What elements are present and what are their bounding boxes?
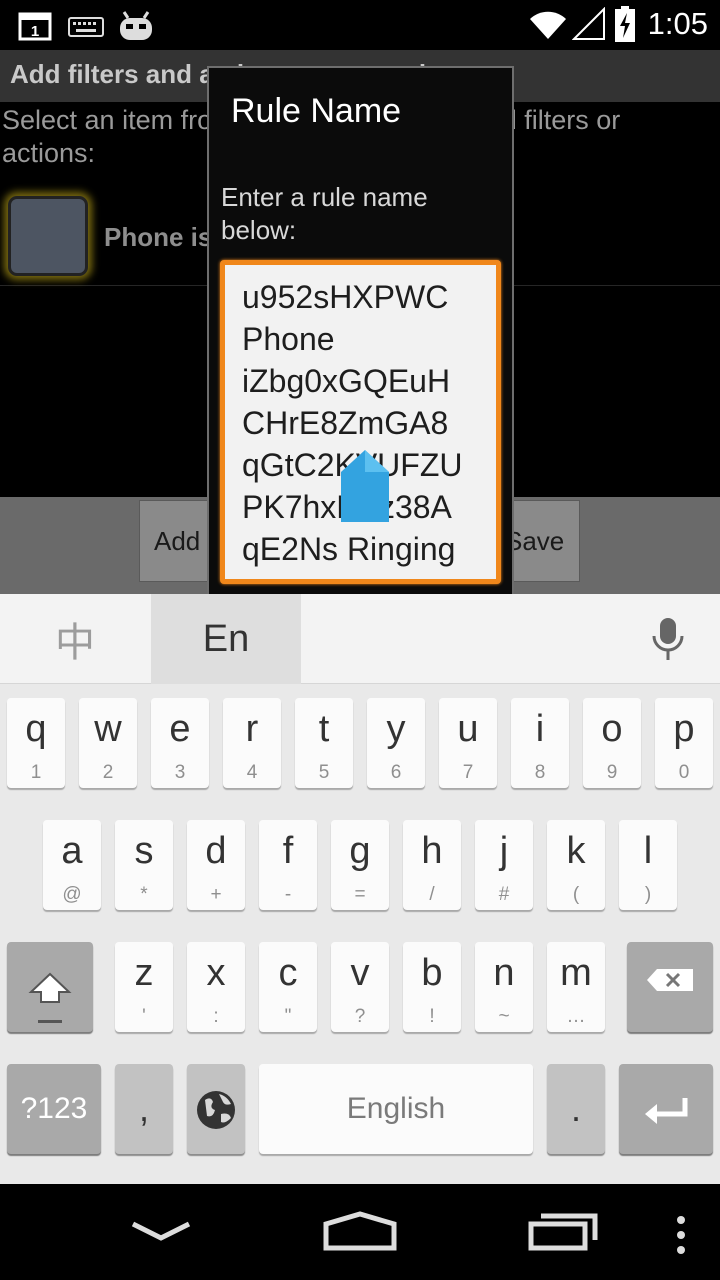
notification-badge: 1	[31, 23, 39, 40]
recents-icon[interactable]	[525, 1198, 601, 1266]
status-bar-notifications: 1	[18, 8, 156, 44]
key-e[interactable]: e3	[151, 698, 209, 788]
key-k[interactable]: k(	[547, 820, 605, 910]
key-s[interactable]: s *	[115, 820, 173, 910]
microphone-icon[interactable]	[648, 616, 688, 662]
key-p[interactable]: p0	[655, 698, 713, 788]
symbols-key[interactable]: ?123	[7, 1064, 101, 1154]
key-n[interactable]: n ~	[475, 942, 533, 1032]
wifi-icon	[529, 11, 566, 40]
home-icon[interactable]	[320, 1198, 400, 1266]
rule-name-input[interactable]: u952sHXPWC Phone iZbg0xGQEuH CHrE8ZmGA8 …	[220, 260, 501, 584]
back-icon[interactable]	[125, 1198, 197, 1266]
rule-name-input-value[interactable]: u952sHXPWC Phone iZbg0xGQEuH CHrE8ZmGA8 …	[242, 276, 494, 570]
key-h[interactable]: h /	[403, 820, 461, 910]
key-b[interactable]: b!	[403, 942, 461, 1032]
keyboard-toolbar: 中 En	[0, 594, 720, 684]
key-w[interactable]: w2	[79, 698, 137, 788]
key-x[interactable]: x:	[187, 942, 245, 1032]
signal-icon	[571, 7, 605, 40]
status-bar: 1 1:05	[0, 0, 720, 50]
key-u[interactable]: u7	[439, 698, 497, 788]
key-q[interactable]: q1	[7, 698, 65, 788]
space-key[interactable]: English	[259, 1064, 533, 1154]
battery-charging-icon	[614, 6, 635, 42]
item-checkbox[interactable]	[8, 196, 88, 276]
key-v[interactable]: v?	[331, 942, 389, 1032]
lang-english-button[interactable]: En	[151, 594, 301, 684]
key-r[interactable]: r4	[223, 698, 281, 788]
soft-keyboard: 中 En q1 w2 e3 r4 t5 y6 u7 i8 o9 p0 a @ s *…	[0, 594, 720, 1184]
navigation-bar	[0, 1184, 720, 1280]
comma-key[interactable]: ,	[115, 1064, 173, 1154]
key-d[interactable]: d +	[187, 820, 245, 910]
dialog-message: Enter a rule name below:	[221, 182, 428, 245]
key-j[interactable]: j #	[475, 820, 533, 910]
shift-icon	[28, 972, 72, 1023]
backspace-key[interactable]	[627, 942, 713, 1032]
key-g[interactable]: g =	[331, 820, 389, 910]
key-l[interactable]: l)	[619, 820, 677, 910]
enter-key[interactable]	[619, 1064, 713, 1154]
shift-key[interactable]	[7, 942, 93, 1032]
period-key[interactable]: .	[547, 1064, 605, 1154]
key-c[interactable]: c "	[259, 942, 317, 1032]
key-m[interactable]: m…	[547, 942, 605, 1032]
language-switch-key[interactable]	[187, 1064, 245, 1154]
globe-icon	[197, 1091, 235, 1129]
notification-icon: 1	[18, 12, 52, 41]
key-i[interactable]: i8	[511, 698, 569, 788]
status-bar-system: 1:05	[528, 5, 708, 43]
key-t[interactable]: t5	[295, 698, 353, 788]
key-o[interactable]: o9	[583, 698, 641, 788]
menu-icon[interactable]	[668, 1198, 694, 1266]
android-icon	[120, 11, 152, 40]
text-cursor-handle-icon[interactable]	[339, 448, 391, 524]
backspace-icon	[647, 969, 693, 991]
keyboard-icon	[68, 17, 104, 37]
dialog-title: Rule Name	[231, 92, 402, 130]
key-y[interactable]: y6	[367, 698, 425, 788]
key-a[interactable]: a @	[43, 820, 101, 910]
key-f[interactable]: f-	[259, 820, 317, 910]
rule-name-dialog: Rule Name Enter a rule name below: u952s…	[207, 66, 514, 606]
lang-chinese-button[interactable]: 中	[0, 594, 150, 684]
enter-icon	[645, 1098, 688, 1124]
status-time: 1:05	[647, 6, 708, 41]
key-z[interactable]: z '	[115, 942, 173, 1032]
